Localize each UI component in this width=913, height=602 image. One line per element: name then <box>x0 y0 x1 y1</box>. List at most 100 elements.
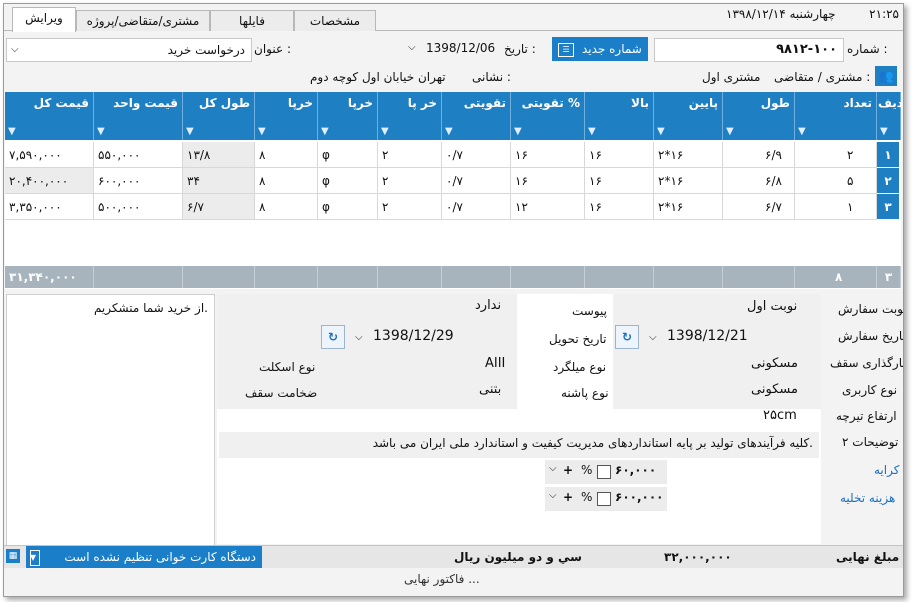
cell-truss-a[interactable]: ۸ <box>255 168 318 194</box>
filter-icon[interactable]: ▼ <box>186 126 194 137</box>
tab-customer-project[interactable]: مشتری/متقاضی/پروژه <box>76 10 210 31</box>
cell-total[interactable]: ۲۰,۴۰۰,۰۰۰ <box>5 168 94 194</box>
filter-icon[interactable]: ▼ <box>97 126 105 137</box>
filter-icon[interactable]: ▼ <box>657 126 665 137</box>
cell-row[interactable]: ۱ <box>877 142 899 168</box>
title-field[interactable]: ⌵ درخواست خرید <box>6 38 252 62</box>
joist-height-value[interactable]: ۲۵cm <box>763 408 797 423</box>
col-header-row[interactable]: ردیف▼ <box>877 92 903 140</box>
notes-box[interactable]: از خرید شما متشکریم. <box>6 294 215 546</box>
plus-icon[interactable]: + <box>563 463 573 477</box>
number-field[interactable]: ۹۸۱۲-۱۰۰ <box>654 38 844 62</box>
cell-total[interactable]: ۳,۳۵۰,۰۰۰ <box>5 194 94 220</box>
col-header-top[interactable]: بالا ▼ <box>585 92 654 140</box>
cell-truss-c[interactable]: ۲ <box>378 168 442 194</box>
filter-icon[interactable]: ▼ <box>321 126 329 137</box>
rent-link[interactable]: کرایه <box>874 463 899 477</box>
cell-qty[interactable]: ۲ <box>795 142 877 168</box>
cell-bottom[interactable]: ۲*۱۶ <box>654 168 723 194</box>
keyboard-icon[interactable]: ▦ <box>6 549 20 563</box>
cell-row[interactable]: ۲ <box>877 168 899 194</box>
col-header-truss-c[interactable]: خر پا ▼ <box>378 92 442 140</box>
cell-truss-b[interactable]: φ <box>318 168 378 194</box>
cell-reinforce-pct[interactable]: ۱۶ <box>511 168 585 194</box>
usage-value[interactable]: مسکونی <box>751 382 798 397</box>
cell-reinforce-pct[interactable]: ۱۲ <box>511 194 585 220</box>
chevron-down-icon[interactable]: ⌵ <box>11 39 19 61</box>
col-header-truss-b[interactable]: خرپا ▼ <box>318 92 378 140</box>
filter-icon[interactable]: ▼ <box>588 126 596 137</box>
heel-value[interactable]: بتنی <box>479 382 501 397</box>
cell-reinforce-pct[interactable]: ۱۶ <box>511 142 585 168</box>
filter-icon[interactable]: ▼ <box>445 126 453 137</box>
cell-top[interactable]: ۱۶ <box>585 168 654 194</box>
cell-total[interactable]: ۷,۵۹۰,۰۰۰ <box>5 142 94 168</box>
cell-length[interactable]: ۶/۷ <box>723 194 795 220</box>
tab-specs[interactable]: مشخصات <box>294 10 376 31</box>
cell-truss-a[interactable]: ۸ <box>255 142 318 168</box>
tab-files[interactable]: فایلها <box>210 10 294 31</box>
roof-load-value[interactable]: مسکونی <box>751 356 798 371</box>
unload-link[interactable]: هزینه تخلیه <box>840 491 895 505</box>
percent-checkbox[interactable] <box>597 492 611 506</box>
rebar-value[interactable]: AIII <box>485 356 505 371</box>
cell-top[interactable]: ۱۶ <box>585 194 654 220</box>
cell-truss-c[interactable]: ۲ <box>378 194 442 220</box>
col-header-qty[interactable]: تعداد ▼ <box>795 92 877 140</box>
card-reader-status[interactable]: ▾ دستگاه کارت خوانی تنظیم نشده است <box>26 546 262 568</box>
cell-bottom[interactable]: ۲*۱۶ <box>654 142 723 168</box>
order-turn-value[interactable]: نوبت اول <box>747 299 797 314</box>
tab-edit[interactable]: ويرايش <box>12 7 76 32</box>
cell-qty[interactable]: ۵ <box>795 168 877 194</box>
customers-icon[interactable]: 👥 <box>875 66 897 86</box>
cell-row[interactable]: ۳ <box>877 194 899 220</box>
plus-icon[interactable]: + <box>563 490 573 504</box>
col-header-bottom[interactable]: پایین ▼ <box>654 92 723 140</box>
col-header-reinforce-pct[interactable]: تقویتی % ▼ <box>511 92 585 140</box>
cell-unit-price[interactable]: ۶۰۰,۰۰۰ <box>94 168 183 194</box>
chevron-down-icon[interactable]: ⌵ <box>408 42 416 53</box>
cell-reinforce[interactable]: ۰/۷ <box>442 142 511 168</box>
unload-value[interactable]: ۶۰۰,۰۰۰ <box>615 490 664 504</box>
filter-icon[interactable]: ▼ <box>258 126 266 137</box>
cell-truss-a[interactable]: ۸ <box>255 194 318 220</box>
col-header-total-length[interactable]: طول کل ▼ <box>183 92 255 140</box>
cell-length[interactable]: ۶/۸ <box>723 168 795 194</box>
col-header-total[interactable]: قیمت کل ▼ <box>5 92 94 140</box>
filter-icon[interactable]: ▼ <box>514 126 522 137</box>
cell-unit-price[interactable]: ۵۰۰,۰۰۰ <box>94 194 183 220</box>
filter-icon[interactable]: ▼ <box>726 126 734 137</box>
chevron-down-icon[interactable]: ⌵ <box>355 332 363 343</box>
cell-total-length[interactable]: ۶/۷ <box>183 194 255 220</box>
cell-truss-c[interactable]: ۲ <box>378 142 442 168</box>
filter-icon[interactable]: ▼ <box>880 126 888 137</box>
col-header-unit-price[interactable]: قیمت واحد ▼ <box>94 92 183 140</box>
desc2-box[interactable]: کلیه فرآیندهای تولید بر پایه استانداردها… <box>219 432 819 458</box>
cell-unit-price[interactable]: ۵۵۰,۰۰۰ <box>94 142 183 168</box>
refresh-icon[interactable]: ↻ <box>615 325 639 349</box>
cell-truss-b[interactable]: φ <box>318 194 378 220</box>
new-number-button[interactable]: ☰ شماره جدید <box>552 37 648 61</box>
col-header-truss-a[interactable]: خرپا ▼ <box>255 92 318 140</box>
filter-icon[interactable]: ▼ <box>8 126 16 137</box>
attached-value[interactable]: ندارد <box>475 298 501 313</box>
chevron-down-icon[interactable]: ⌵ <box>549 463 557 474</box>
delivery-value[interactable]: 1398/12/29 <box>373 328 454 344</box>
date-value[interactable]: 1398/12/06 <box>426 41 495 55</box>
cell-total-length[interactable]: ۱۳/۸ <box>183 142 255 168</box>
filter-icon[interactable]: ▼ <box>798 126 806 137</box>
percent-checkbox[interactable] <box>597 465 611 479</box>
cell-reinforce[interactable]: ۰/۷ <box>442 194 511 220</box>
cell-reinforce[interactable]: ۰/۷ <box>442 168 511 194</box>
filter-icon[interactable]: ▼ <box>381 126 389 137</box>
cell-qty[interactable]: ۱ <box>795 194 877 220</box>
order-date-value[interactable]: 1398/12/21 <box>667 328 748 344</box>
cell-truss-b[interactable]: φ <box>318 142 378 168</box>
cell-top[interactable]: ۱۶ <box>585 142 654 168</box>
chevron-down-icon[interactable]: ⌵ <box>549 490 557 501</box>
col-header-reinforce[interactable]: تقویتی ▼ <box>442 92 511 140</box>
refresh-icon[interactable]: ↻ <box>321 325 345 349</box>
cell-bottom[interactable]: ۲*۱۶ <box>654 194 723 220</box>
cell-total-length[interactable]: ۳۴ <box>183 168 255 194</box>
cell-length[interactable]: ۶/۹ <box>723 142 795 168</box>
